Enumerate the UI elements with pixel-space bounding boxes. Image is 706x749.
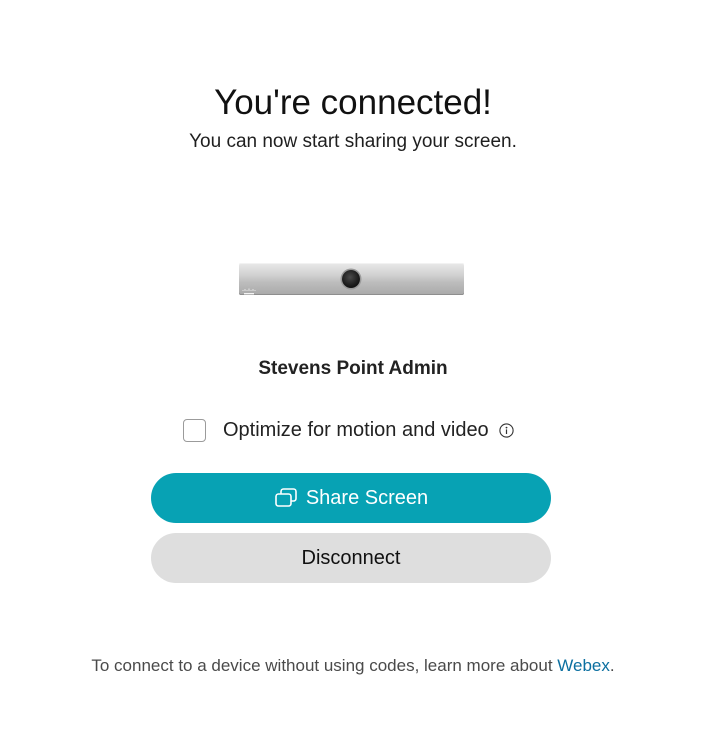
device-image (239, 263, 464, 295)
camera-lens-icon (342, 270, 360, 288)
disconnect-button[interactable]: Disconnect (151, 533, 551, 583)
disconnect-label: Disconnect (301, 546, 401, 569)
page-subtitle: You can now start sharing your screen. (189, 131, 517, 152)
webex-link[interactable]: Webex (557, 656, 610, 675)
footer-message: To connect to a device without using cod… (91, 656, 558, 675)
cisco-logo-icon (242, 283, 256, 295)
share-screen-label: Share Screen (305, 486, 429, 509)
footer-text: To connect to a device without using cod… (0, 655, 706, 677)
optimize-checkbox[interactable] (183, 418, 206, 442)
footer-suffix: . (609, 656, 615, 675)
device-name: Stevens Point Admin (258, 358, 448, 379)
page-title: You're connected! (214, 83, 492, 122)
optimize-label[interactable]: Optimize for motion and video (223, 418, 489, 442)
optimize-option: Optimize for motion and video (183, 417, 514, 443)
share-screen-button[interactable]: Share Screen (151, 473, 551, 523)
info-icon[interactable] (499, 422, 514, 438)
share-screen-icon (274, 487, 298, 509)
